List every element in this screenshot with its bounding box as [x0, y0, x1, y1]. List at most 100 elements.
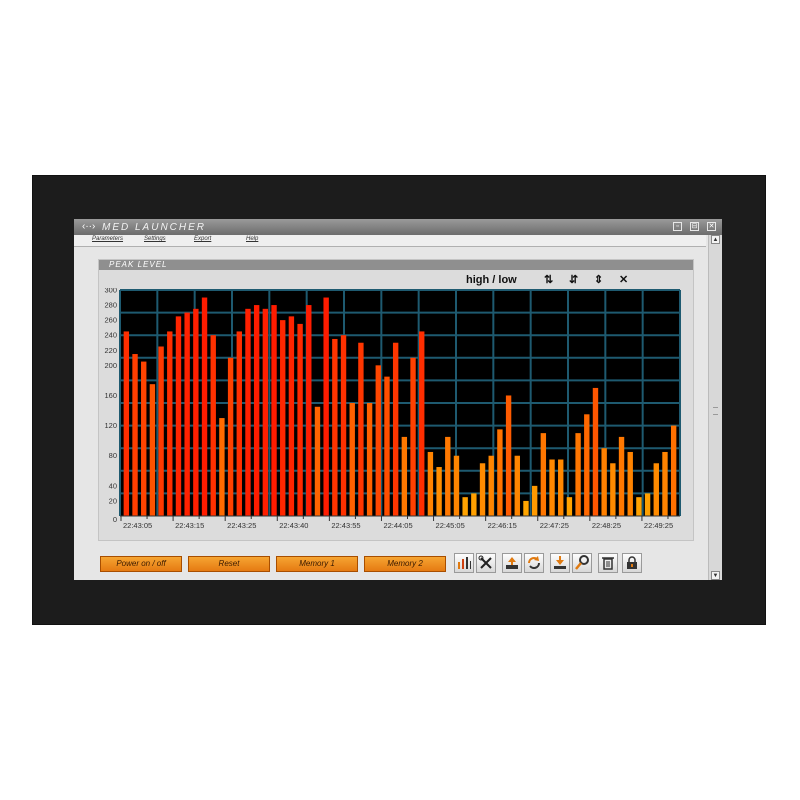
refresh-button[interactable]: [524, 553, 544, 573]
chart-bar: [227, 357, 234, 516]
chart-bar: [662, 451, 668, 516]
chart-bar: [410, 357, 416, 516]
chart-bar: [488, 455, 494, 516]
chart-bar: [297, 323, 303, 516]
y-tick-label: 0: [113, 515, 117, 524]
y-tick-label: 20: [109, 496, 117, 505]
lock-icon: [627, 556, 637, 569]
peak-level-chart: 0 20 40 80 120 160 200 220 240 260 280 300 22:43:05…: [104, 288, 681, 530]
tools-button[interactable]: [476, 553, 496, 573]
refresh-icon: [528, 556, 540, 569]
chart-bar: [236, 331, 242, 516]
trash-button[interactable]: [598, 553, 618, 573]
chart-bar: [288, 316, 295, 516]
close-chart-icon[interactable]: ✕: [619, 274, 628, 287]
high-low-label[interactable]: high / low: [466, 274, 517, 286]
chart-bar: [340, 335, 347, 516]
search-icon: [575, 555, 589, 570]
download-button[interactable]: [550, 553, 570, 573]
chart-bar: [514, 455, 520, 516]
chart-bar: [558, 459, 564, 516]
x-tick-label: 22:44:05: [383, 521, 412, 530]
x-tick-label: 22:46:15: [488, 521, 517, 530]
chart-bar: [636, 497, 642, 516]
chart-bar: [210, 335, 216, 516]
chart-bar: [436, 467, 442, 516]
y-tick-label: 260: [104, 316, 117, 325]
chart-bar: [462, 497, 468, 516]
chart-bar: [271, 305, 277, 516]
minimize-icon[interactable]: ▫: [673, 222, 682, 231]
chart-bar: [540, 433, 547, 516]
download-icon: [554, 556, 566, 569]
chart-bar: [123, 331, 130, 516]
chart-bar: [349, 403, 355, 516]
chart-bar: [627, 451, 633, 516]
y-tick-label: 80: [109, 451, 117, 460]
chart-bar: [392, 342, 399, 516]
chart-bar: [592, 387, 599, 516]
chart-bar: [618, 436, 625, 516]
power-button[interactable]: Power on / off: [100, 556, 182, 572]
chart-bar: [497, 429, 503, 516]
x-tick-label: 22:48:25: [592, 521, 621, 530]
chart-bar: [479, 463, 486, 516]
vertical-scrollbar[interactable]: ▲ ▼: [708, 235, 722, 580]
chart-bar: [384, 376, 390, 516]
menu-settings[interactable]: Settings: [144, 236, 166, 242]
peak-level-panel: PEAK LEVEL high / low ⇅ ⇵ ⇕ ✕ 0 20 40 80 120…: [98, 259, 694, 541]
memory1-button[interactable]: Memory 1: [276, 556, 358, 572]
panel-title: PEAK LEVEL: [109, 260, 168, 269]
app-logo-icon: ‹··›: [82, 221, 96, 232]
chart-bar: [332, 338, 338, 516]
equalizer-icon: [458, 557, 471, 569]
chart-bar: [219, 418, 225, 516]
y-tick-label: 280: [104, 301, 117, 310]
expand-vertical-icon[interactable]: ⇕: [594, 274, 603, 287]
equalizer-button[interactable]: [454, 553, 474, 573]
chart-bar: [531, 485, 538, 516]
maximize-icon[interactable]: ⊟: [690, 222, 699, 231]
chart-bar: [280, 320, 286, 516]
upload-icon: [506, 557, 518, 569]
chart-bar: [505, 395, 512, 516]
menu-parameters[interactable]: Parameters: [92, 236, 123, 242]
chart-bar: [253, 305, 260, 516]
chart-bar: [193, 308, 199, 516]
chart-bar: [175, 316, 182, 516]
close-icon[interactable]: ✕: [707, 222, 716, 231]
x-tick-label: 22:43:15: [175, 521, 204, 530]
y-tick-label: 120: [104, 421, 117, 430]
reset-button[interactable]: Reset: [188, 556, 270, 572]
y-tick-label: 40: [109, 481, 117, 490]
title-bar: ‹··› MED LAUNCHER ▫ ⊟ ✕: [74, 219, 722, 235]
chart-bar: [158, 346, 164, 516]
chart-bar: [149, 384, 156, 516]
upload-button[interactable]: [502, 553, 522, 573]
chart-bar: [262, 308, 269, 516]
y-tick-label: 220: [104, 346, 117, 355]
sort-icon[interactable]: ⇵: [569, 274, 578, 287]
lock-button[interactable]: [622, 553, 642, 573]
x-tick-label: 22:43:25: [227, 521, 256, 530]
search-button[interactable]: [572, 553, 592, 573]
chart-bar: [314, 406, 321, 516]
menu-help[interactable]: Help: [246, 236, 258, 242]
scroll-down-icon[interactable]: ▼: [711, 571, 720, 580]
scroll-up-icon[interactable]: ▲: [711, 235, 720, 244]
chart-bar: [471, 493, 477, 516]
memory2-button[interactable]: Memory 2: [364, 556, 446, 572]
menu-bar: Parameters Settings Export Help: [74, 235, 706, 247]
x-axis-ticks: 22:43:05 22:43:15 22:43:25 22:43:40 22:43:55…: [120, 516, 673, 530]
chart-bar: [323, 297, 329, 516]
scroll-grip-icon[interactable]: [713, 407, 718, 415]
menu-export[interactable]: Export: [194, 236, 211, 242]
chart-bar: [366, 403, 373, 516]
y-tick-label: 300: [104, 288, 117, 295]
swap-vertical-icon[interactable]: ⇅: [544, 274, 553, 287]
chart-bar: [201, 297, 208, 516]
y-tick-label: 240: [104, 331, 117, 340]
x-tick-label: 22:45:05: [436, 521, 465, 530]
chart-bar: [523, 500, 529, 516]
x-tick-label: 22:43:05: [123, 521, 152, 530]
